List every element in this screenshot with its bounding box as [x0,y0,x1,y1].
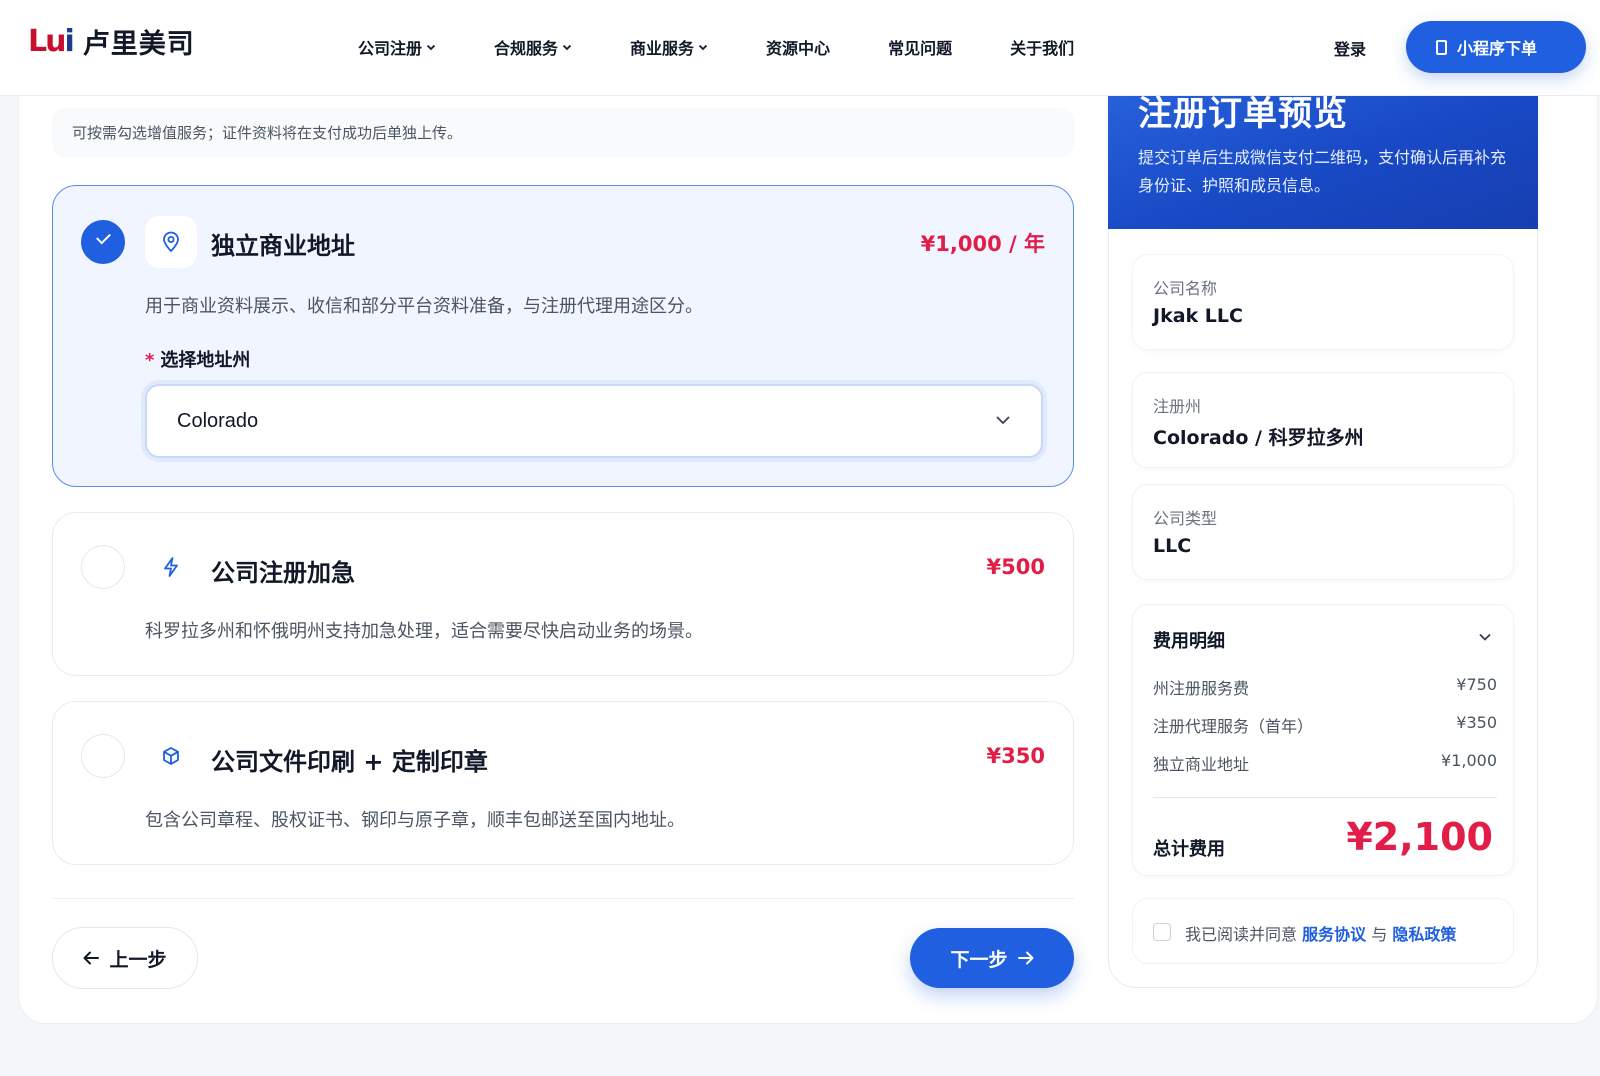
package-icon [145,730,197,782]
location-pin-icon [145,216,197,268]
chevron-down-icon[interactable] [1477,631,1493,643]
next-step-label: 下一步 [950,948,1008,971]
chevron-down-icon [698,44,708,51]
nav-about[interactable]: 关于我们 [1010,34,1074,60]
state-field-label: * 选择地址州 [145,346,250,372]
option-description: 包含公司章程、股权证书、钢印与原子章，顺丰包邮送至国内地址。 [145,810,685,831]
option-description: 用于商业资料展示、收信和部分平台资料准备，与注册代理用途区分。 [145,296,703,317]
registration-state-value: Colorado / 科罗拉多州 [1153,427,1364,449]
total-amount: ¥2,100 [1346,815,1493,859]
terms-link[interactable]: 服务协议 [1302,925,1366,944]
nav-compliance[interactable]: 合规服务 [494,34,572,60]
fee-name: 州注册服务费 [1153,679,1250,698]
fee-amount: ¥750 [1456,675,1497,694]
option-title: 独立商业地址 [211,232,355,260]
fee-divider [1153,797,1497,798]
option-price: ¥350 [986,744,1045,768]
option-business-address[interactable]: 独立商业地址 ¥1,000 / 年 用于商业资料展示、收信和部分平台资料准备，与… [52,185,1074,487]
fee-name: 独立商业地址 [1153,755,1250,774]
main-nav: 公司注册 合规服务 商业服务 资源中心 常见问题 关于我们 [358,34,1132,60]
fee-amount: ¥350 [1456,713,1497,732]
agree-prefix: 我已阅读并同意 [1185,925,1298,944]
mini-program-order-button[interactable]: 小程序下单 [1406,21,1586,73]
fee-amount: ¥1,000 [1441,751,1497,770]
arrow-left-icon [83,951,100,965]
required-star: * [145,350,155,371]
registration-state-box: 注册州 Colorado / 科罗拉多州 [1132,372,1514,468]
chevron-down-icon [426,44,436,51]
agreement-text: 我已阅读并同意 服务协议 与 隐私政策 [1185,921,1456,945]
company-name-box: 公司名称 Jkak LLC [1132,254,1514,350]
company-type-box: 公司类型 LLC [1132,484,1514,580]
lightning-icon [145,541,197,593]
company-name-label: 公司名称 [1153,279,1218,298]
nav-label: 商业服务 [630,39,695,58]
address-state-select[interactable]: Colorado [145,384,1043,458]
form-divider [52,898,1074,899]
chevron-down-icon [562,44,572,51]
total-label: 总计费用 [1153,839,1225,860]
phone-icon [1436,39,1447,55]
top-header: Lui 卢里美司 公司注册 合规服务 商业服务 资源中心 常见问题 关于我们 登… [0,0,1600,96]
nav-label: 资源中心 [766,39,831,58]
fee-row: 注册代理服务（首年） ¥350 [1153,713,1497,737]
fee-name: 注册代理服务（首年） [1153,717,1314,736]
nav-business-services[interactable]: 商业服务 [630,34,708,60]
agree-and: 与 [1371,925,1388,944]
arrow-right-icon [1017,951,1033,965]
company-type-value: LLC [1153,535,1192,557]
select-value: Colorado [177,410,259,432]
option-checkbox[interactable] [81,734,125,778]
login-link[interactable]: 登录 [1334,36,1366,60]
option-title: 公司文件印刷 + 定制印章 [211,748,488,776]
nav-label: 公司注册 [358,39,423,58]
fee-row: 州注册服务费 ¥750 [1153,675,1497,699]
fee-breakdown-title: 费用明细 [1153,631,1225,652]
option-expedite[interactable]: 公司注册加急 ¥500 科罗拉多州和怀俄明州支持加急处理，适合需要尽快启动业务的… [52,512,1074,676]
brand-mark: Lui [28,23,75,59]
fee-row: 独立商业地址 ¥1,000 [1153,751,1497,775]
nav-label: 关于我们 [1010,39,1075,58]
brand-logo[interactable]: Lui 卢里美司 [28,22,195,61]
previous-step-label: 上一步 [109,948,167,971]
fee-breakdown: 费用明细 州注册服务费 ¥750 注册代理服务（首年） ¥350 独立商业地址 … [1132,604,1514,876]
option-checkbox[interactable] [81,545,125,589]
chevron-down-icon [996,416,1010,425]
nav-label: 合规服务 [494,39,559,58]
registration-state-label: 注册州 [1153,397,1202,416]
privacy-link[interactable]: 隐私政策 [1392,925,1456,944]
order-summary-subtitle: 提交订单后生成微信支付二维码，支付确认后再补充身份证、护照和成员信息。 [1138,148,1507,195]
previous-step-button[interactable]: 上一步 [52,927,198,989]
nav-label: 常见问题 [888,39,953,58]
addon-hint: 可按需勾选增值服务；证件资料将在支付成功后单独上传。 [52,108,1074,158]
nav-faq[interactable]: 常见问题 [888,34,952,60]
nav-company-registration[interactable]: 公司注册 [358,34,436,60]
option-description: 科罗拉多州和怀俄明州支持加急处理，适合需要尽快启动业务的场景。 [145,621,703,642]
option-price: ¥500 [986,555,1045,579]
option-price: ¥1,000 / 年 [920,232,1045,256]
next-step-button[interactable]: 下一步 [910,928,1074,988]
agreement-box: 我已阅读并同意 服务协议 与 隐私政策 [1132,898,1514,964]
brand-name: 卢里美司 [82,29,195,60]
mini-program-label: 小程序下单 [1457,39,1538,58]
option-printing-seal[interactable]: 公司文件印刷 + 定制印章 ¥350 包含公司章程、股权证书、钢印与原子章，顺丰… [52,701,1074,865]
agree-checkbox[interactable] [1153,923,1171,941]
nav-resources[interactable]: 资源中心 [766,34,830,60]
option-checkbox-checked[interactable] [81,220,125,264]
option-title: 公司注册加急 [211,559,355,587]
company-name-value: Jkak LLC [1153,305,1243,327]
company-type-label: 公司类型 [1153,509,1218,528]
state-field-label-text: 选择地址州 [160,350,251,371]
